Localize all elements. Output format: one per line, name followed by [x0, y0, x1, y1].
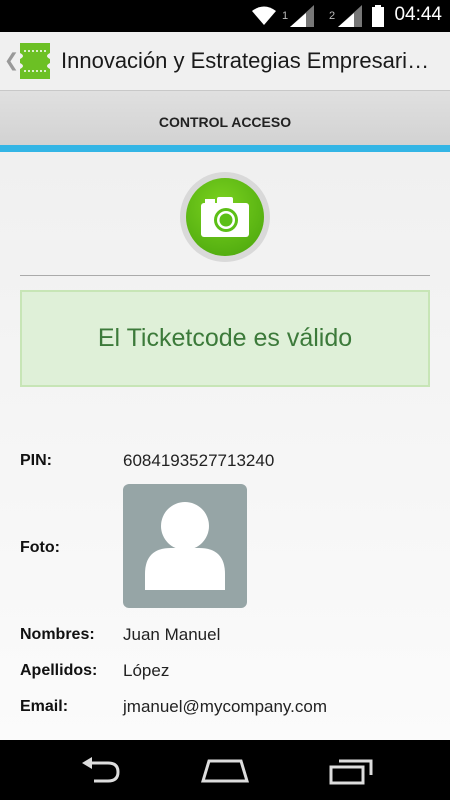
sim2-label: 2	[329, 10, 336, 22]
page-title: Innovación y Estrategias Empresariales	[61, 48, 437, 73]
scan-camera-button[interactable]	[180, 172, 270, 262]
back-icon[interactable]	[78, 757, 122, 785]
signal-icon	[338, 5, 362, 27]
tab-bar: CONTROL ACCESO	[0, 90, 450, 146]
email-label: Email:	[20, 698, 69, 715]
main-content: El Ticketcode es válido PIN: 60841935277…	[0, 152, 450, 740]
clock: 04:44	[394, 4, 442, 25]
recent-apps-icon[interactable]	[329, 757, 373, 785]
email-value: jmanuel@mycompany.com	[123, 697, 328, 716]
tab-control-acceso[interactable]: CONTROL ACCESO	[0, 114, 450, 130]
validation-message: El Ticketcode es válido	[97, 324, 353, 352]
avatar	[123, 484, 247, 608]
divider	[20, 275, 430, 276]
sim1-label: 1	[282, 10, 289, 22]
signal-icon	[290, 5, 314, 27]
camera-icon	[201, 197, 249, 237]
first-name-label: Nombres:	[20, 626, 95, 643]
tab-indicator	[0, 145, 450, 152]
battery-icon	[372, 5, 384, 27]
ticket-app-icon[interactable]	[18, 41, 52, 81]
pin-label: PIN:	[20, 452, 52, 469]
last-name-value: López	[123, 661, 170, 680]
status-bar: 1 2 04:44	[0, 0, 450, 32]
user-placeholder-icon	[145, 502, 225, 590]
up-navigation-icon[interactable]: ❮	[4, 50, 19, 71]
last-name-label: Apellidos:	[20, 662, 98, 679]
pin-value: 6084193527713240	[123, 451, 275, 470]
photo-label: Foto:	[20, 539, 60, 556]
wifi-icon	[252, 6, 276, 25]
navigation-bar	[0, 740, 450, 800]
action-bar: ❮ Innovación y Estrategias Empresariales	[0, 32, 450, 90]
first-name-value: Juan Manuel	[123, 625, 221, 644]
home-icon[interactable]	[201, 757, 249, 785]
validation-result-box: El Ticketcode es válido	[20, 290, 430, 387]
